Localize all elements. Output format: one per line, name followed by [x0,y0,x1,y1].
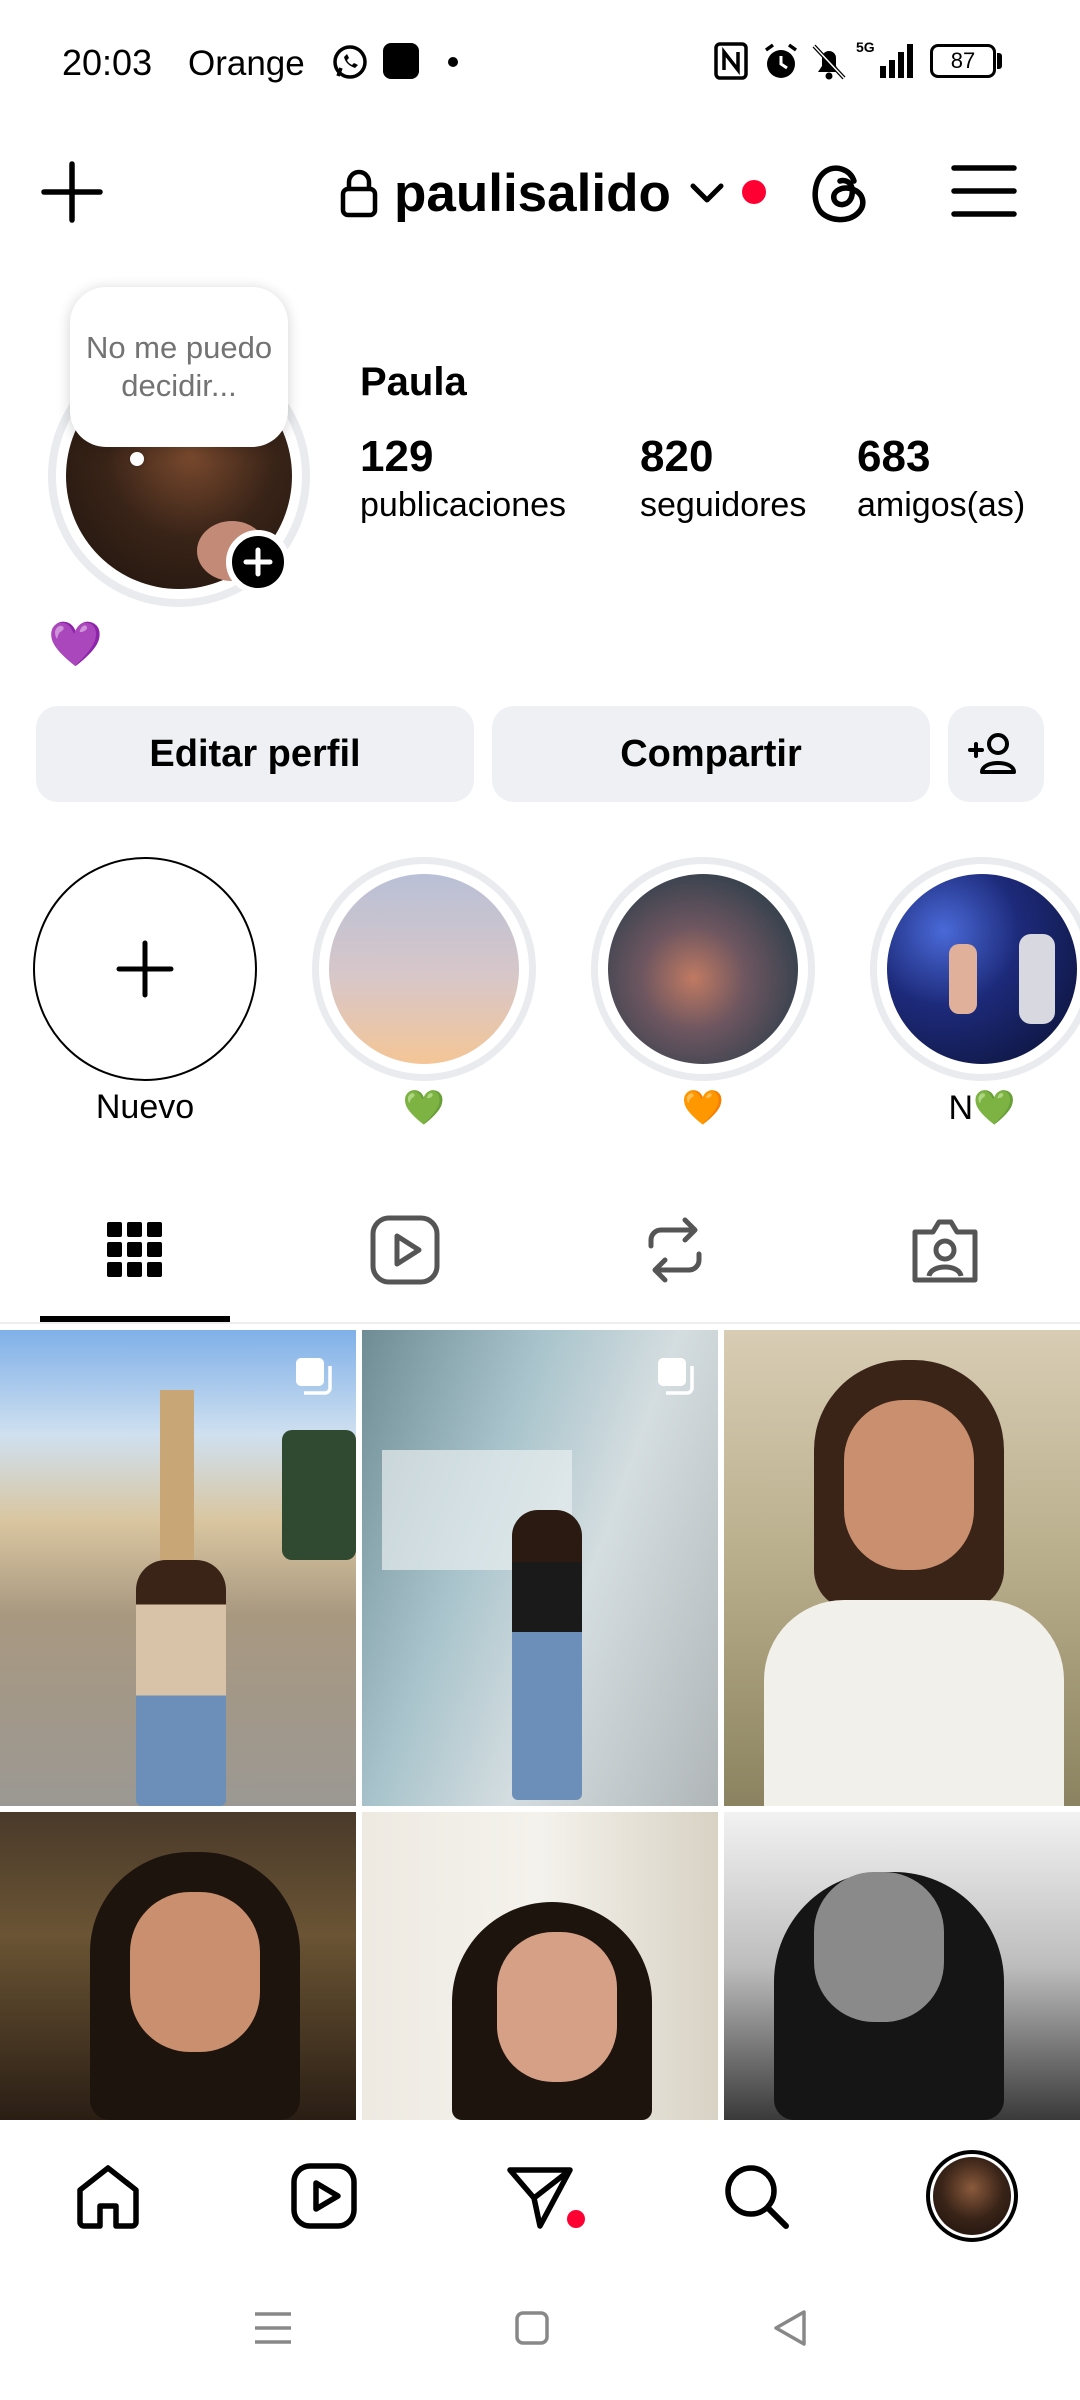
carousel-icon [658,1358,694,1395]
avatar [933,2157,1011,2235]
post-4-face [130,1892,260,2052]
bottom-nav [0,2120,1080,2270]
discover-people-button[interactable] [948,706,1044,802]
post-1[interactable] [0,1330,356,1806]
post-5[interactable] [362,1812,718,2120]
svg-text:5G: 5G [856,39,875,55]
highlight-2[interactable] [591,857,815,1081]
tagged-icon [912,1219,978,1283]
note-tail [130,452,144,466]
bio-emoji: 💜 [48,620,103,669]
recents-menu-icon[interactable] [253,2310,293,2346]
create-plus-icon[interactable] [40,160,104,224]
reels-icon [370,1215,440,1285]
plus-icon [116,940,174,998]
post-1-hedge [282,1430,356,1560]
status-bar: 20:03 Orange 5G 87 [0,0,1080,125]
post-2-person [512,1510,582,1800]
bell-off-icon [812,44,846,80]
stat-posts-label: publicaciones [360,486,567,524]
grid-icon [107,1222,162,1277]
share-profile-button[interactable]: Compartir [492,706,930,802]
edit-profile-button[interactable]: Editar perfil [36,706,474,802]
highlight-2-label: 🧡 [681,1089,725,1127]
nfc-icon [714,42,748,80]
battery-tip [997,53,1002,69]
post-3-shirt [764,1600,1064,1806]
home-square-icon[interactable] [514,2310,550,2346]
back-triangle-icon[interactable] [770,2308,810,2348]
home-icon[interactable] [72,2160,144,2232]
stat-posts-count: 129 [360,432,434,481]
whatsapp-icon [333,45,367,79]
more-notifications-icon [448,57,458,67]
system-navigation [0,2270,1080,2400]
highlight-3-label: N💚 [948,1089,1016,1127]
add-story-button[interactable] [226,530,290,594]
stat-followers-label: seguidores [640,486,807,524]
plus-icon [243,547,273,577]
note-text: No me puedo decidir... [85,330,273,403]
carousel-icon [296,1358,332,1395]
status-carrier: Orange [188,44,305,83]
threads-icon[interactable] [806,159,872,225]
highlight-2-cover [608,874,798,1064]
display-name: Paula [360,360,467,404]
highlight-3[interactable] [870,857,1080,1081]
send-icon[interactable] [504,2160,576,2232]
username: paulisalido [394,163,671,223]
battery-icon: 87 [930,44,996,78]
chevron-down-icon [690,183,724,203]
app-notification-icon [383,43,419,79]
alarm-icon [764,43,798,78]
menu-icon[interactable] [950,160,1018,222]
post-2[interactable] [362,1330,718,1806]
stat-followers[interactable]: 820 seguidores [640,432,806,525]
tab-grid[interactable] [95,1210,175,1290]
signal-5g-icon: 5G [856,39,913,78]
stat-followers-count: 820 [640,432,714,481]
highlight-new-label: Nuevo [95,1088,195,1126]
post-1-person [136,1560,226,1806]
highlight-1[interactable] [312,857,536,1081]
tab-reposts[interactable] [635,1210,715,1290]
reels-icon[interactable] [288,2160,360,2232]
tab-divider [0,1322,1080,1324]
battery-level: 87 [950,48,976,73]
account-notification-dot [742,180,766,204]
account-switcher[interactable]: paulisalido [340,158,727,228]
add-person-icon [968,733,1016,774]
post-3-face [844,1400,974,1570]
profile-tab-avatar[interactable] [926,2150,1018,2242]
tab-reels[interactable] [365,1210,445,1290]
stat-posts[interactable]: 129 publicaciones [360,432,566,525]
reposts-icon [648,1217,702,1283]
post-4[interactable] [0,1812,356,2120]
messages-notification-dot [567,2210,585,2228]
post-3[interactable] [724,1330,1080,1806]
post-6[interactable] [724,1812,1080,2120]
lock-icon [340,169,378,218]
post-1-tower [160,1390,194,1560]
post-6-face [814,1872,944,2022]
stat-friends-label: amigos(as) [857,486,1026,524]
note-bubble[interactable]: No me puedo decidir... [70,287,288,447]
post-5-face [497,1932,617,2082]
highlight-1-label: 💚 [402,1089,446,1127]
highlight-3-cover [887,874,1077,1064]
search-icon[interactable] [720,2160,792,2232]
status-time: 20:03 [62,42,153,83]
highlight-1-cover [329,874,519,1064]
stat-friends-count: 683 [857,432,931,481]
stat-friends[interactable]: 683 amigos(as) [857,432,1025,525]
tab-tagged[interactable] [905,1210,985,1290]
highlight-new[interactable] [33,857,257,1081]
